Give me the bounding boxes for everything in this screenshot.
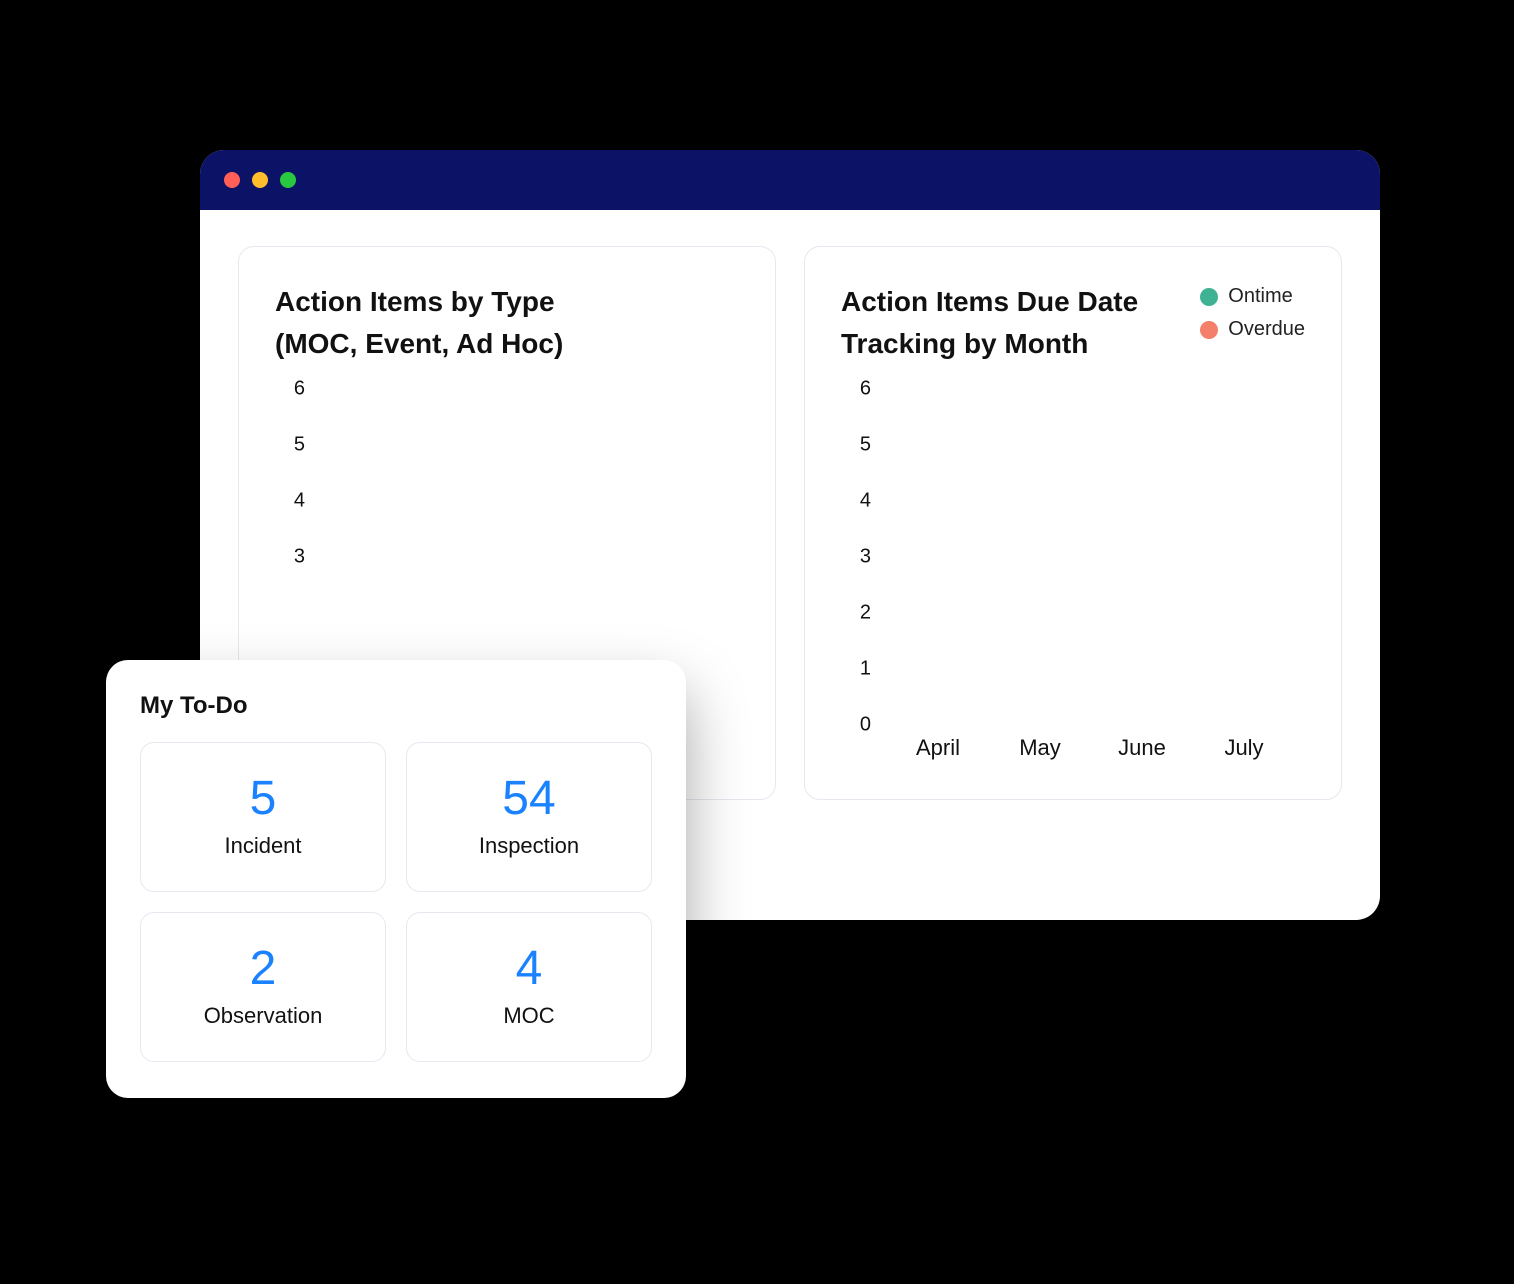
- todo-count: 5: [250, 775, 277, 823]
- legend-item-ontime: Ontime: [1200, 285, 1305, 308]
- window-titlebar: [200, 150, 1380, 210]
- legend-item-overdue: Overdue: [1200, 318, 1305, 341]
- legend-swatch-ontime: [1200, 288, 1218, 306]
- card-title: Action Items by Type (MOC, Event, Ad Hoc…: [275, 281, 739, 365]
- minimize-icon[interactable]: [252, 172, 268, 188]
- todo-count: 2: [250, 945, 277, 993]
- y-tick: 5: [841, 434, 871, 457]
- todo-tile-moc[interactable]: 4 MOC: [406, 912, 652, 1062]
- todo-count: 54: [502, 775, 555, 823]
- todo-title: My To-Do: [140, 692, 652, 720]
- y-tick: 6: [841, 378, 871, 401]
- x-label: June: [1091, 729, 1193, 769]
- title-line: Tracking by Month: [841, 323, 1138, 365]
- todo-label: MOC: [503, 1003, 554, 1029]
- legend-swatch-overdue: [1200, 321, 1218, 339]
- todo-label: Incident: [224, 833, 301, 859]
- y-tick: 1: [841, 658, 871, 681]
- card-title: Action Items Due Date Tracking by Month: [841, 281, 1138, 365]
- my-todo-card: My To-Do 5 Incident 54 Inspection 2 Observati…: [106, 660, 686, 1098]
- x-label: July: [1193, 729, 1295, 769]
- title-line: Action Items Due Date: [841, 281, 1138, 323]
- y-tick: 2: [841, 602, 871, 625]
- todo-tile-inspection[interactable]: 54 Inspection: [406, 742, 652, 892]
- x-label: May: [989, 729, 1091, 769]
- todo-label: Inspection: [479, 833, 579, 859]
- y-tick: 5: [275, 434, 305, 457]
- maximize-icon[interactable]: [280, 172, 296, 188]
- close-icon[interactable]: [224, 172, 240, 188]
- y-tick: 4: [841, 490, 871, 513]
- todo-grid: 5 Incident 54 Inspection 2 Observation 4 MOC: [140, 742, 652, 1062]
- y-tick: 4: [275, 490, 305, 513]
- chart-action-items-due-date: 6543210 AprilMayJuneJuly: [841, 389, 1305, 769]
- legend-label: Ontime: [1228, 285, 1292, 308]
- todo-label: Observation: [204, 1003, 323, 1029]
- card-header: Action Items Due Date Tracking by Month …: [841, 281, 1305, 389]
- y-tick: 0: [841, 714, 871, 737]
- x-label: April: [887, 729, 989, 769]
- y-tick: 3: [275, 546, 305, 569]
- todo-count: 4: [516, 945, 543, 993]
- card-action-items-due-date: Action Items Due Date Tracking by Month …: [804, 246, 1342, 800]
- chart-legend: Ontime Overdue: [1200, 281, 1305, 341]
- title-line: (MOC, Event, Ad Hoc): [275, 323, 739, 365]
- y-tick: 3: [841, 546, 871, 569]
- todo-tile-incident[interactable]: 5 Incident: [140, 742, 386, 892]
- y-tick: 6: [275, 378, 305, 401]
- legend-label: Overdue: [1228, 318, 1305, 341]
- todo-tile-observation[interactable]: 2 Observation: [140, 912, 386, 1062]
- title-line: Action Items by Type: [275, 281, 739, 323]
